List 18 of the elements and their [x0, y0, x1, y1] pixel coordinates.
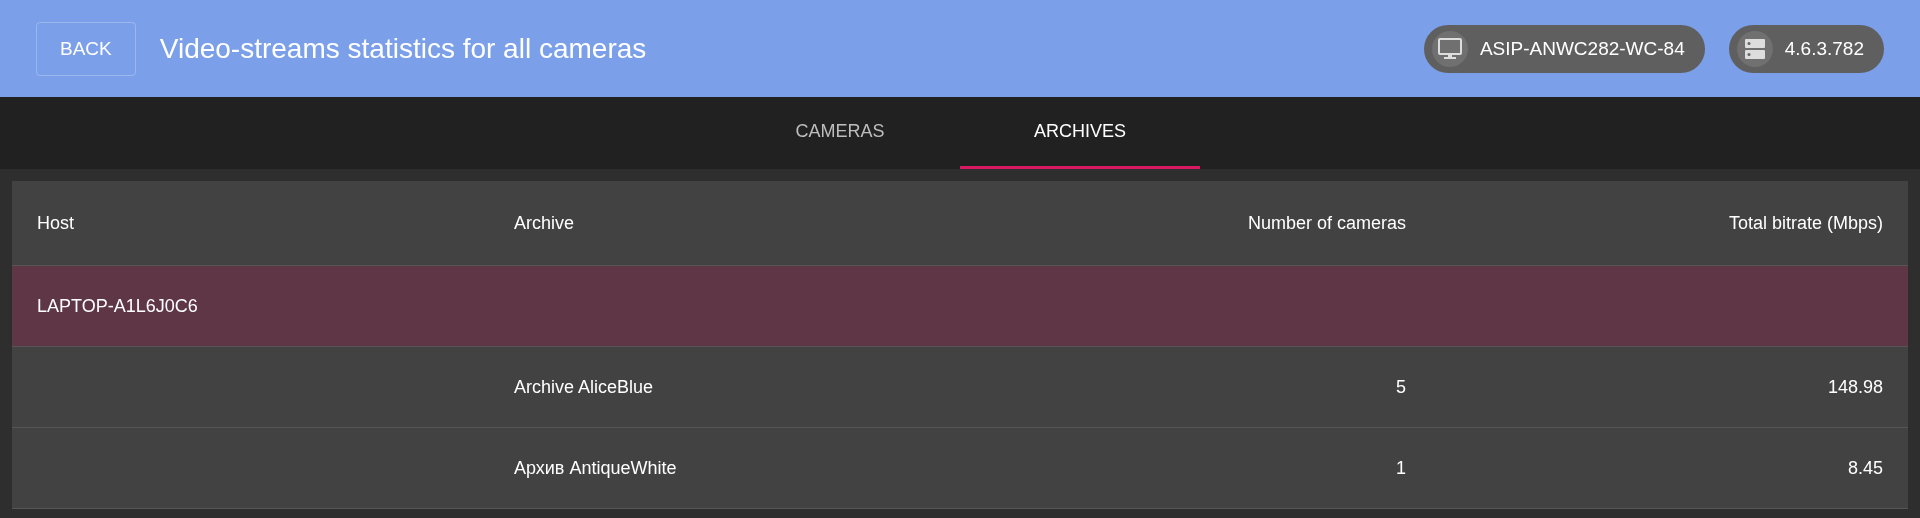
table-cell-text: 5	[1395, 376, 1407, 398]
column-header: Host	[36, 212, 75, 234]
column-header: Archive	[513, 212, 576, 234]
chip-label: 4.6.3.782	[1784, 37, 1864, 60]
monitor-icon	[1437, 37, 1462, 60]
tab[interactable]: ARCHIVES	[960, 97, 1200, 169]
host-cell-text: LAPTOP-A1L6J0C6	[36, 295, 199, 317]
table-cell-text: 8.45	[1846, 457, 1884, 479]
table-cell-text: Архив AntiqueWhite	[513, 457, 678, 479]
chip-label: ASIP-ANWC282-WC-84	[1479, 37, 1685, 60]
server-icon	[1743, 37, 1766, 60]
column-header: Number of cameras	[1246, 212, 1407, 234]
table-cell-text: 148.98	[1826, 376, 1884, 398]
column-header: Total bitrate (Mbps)	[1727, 212, 1884, 234]
table-cell-text: Archive AliceBlue	[513, 376, 655, 398]
tab[interactable]: CAMERAS	[720, 97, 960, 169]
page-title: Video-streams statistics for all cameras	[159, 32, 648, 65]
table-cell-text: 1	[1395, 457, 1407, 479]
